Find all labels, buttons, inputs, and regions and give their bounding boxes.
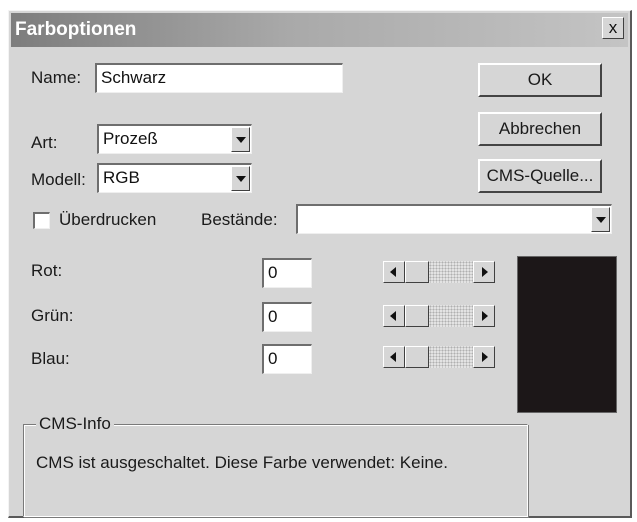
gruen-input-value: 0 — [268, 307, 278, 326]
color-preview-swatch — [517, 256, 617, 413]
dialog-title: Farboptionen — [15, 19, 137, 40]
ok-button[interactable]: OK — [478, 63, 602, 97]
modell-select-value: RGB — [103, 168, 140, 187]
name-label: Name: — [31, 68, 82, 87]
blau-scroll-track[interactable] — [405, 346, 473, 368]
blau-scroll-right-arrow-icon[interactable] — [473, 346, 495, 368]
gruen-input[interactable]: 0 — [262, 302, 312, 332]
modell-label: Modell: — [31, 170, 86, 189]
cms-source-button[interactable]: CMS-Quelle... — [478, 159, 602, 193]
bestande-label: Bestände: — [201, 210, 278, 229]
art-dropdown-arrow-icon[interactable] — [231, 127, 250, 152]
gruen-scroll-thumb[interactable] — [405, 305, 429, 327]
rot-scroll-right-arrow-icon[interactable] — [473, 261, 495, 283]
rot-scroll-track[interactable] — [405, 261, 473, 283]
rot-slider[interactable] — [383, 261, 495, 283]
modell-select[interactable]: RGB — [97, 163, 252, 193]
close-button[interactable]: x — [602, 17, 624, 39]
art-select-value: Prozeß — [103, 129, 158, 148]
channel-label-rot: Rot: — [31, 261, 63, 280]
gruen-slider[interactable] — [383, 305, 495, 327]
channel-label-gruen: Grün: — [31, 306, 74, 325]
cancel-button[interactable]: Abbrechen — [478, 112, 602, 146]
cms-info-text: CMS ist ausgeschaltet. Diese Farbe verwe… — [36, 453, 448, 472]
rot-scroll-left-arrow-icon[interactable] — [383, 261, 405, 283]
gruen-scroll-left-arrow-icon[interactable] — [383, 305, 405, 327]
channel-label-blau: Blau: — [31, 349, 70, 368]
name-input-value: Schwarz — [101, 68, 167, 87]
rot-input[interactable]: 0 — [262, 258, 312, 288]
color-options-dialog: Farboptionen x Name: Schwarz Art: Prozeß… — [8, 10, 632, 518]
bestande-dropdown-arrow-icon[interactable] — [591, 207, 610, 232]
cms-info-group: CMS-Info CMS ist ausgeschaltet. Diese Fa… — [23, 414, 528, 517]
overprint-checkbox[interactable] — [33, 212, 50, 229]
bestande-select[interactable] — [296, 204, 612, 234]
blau-slider[interactable] — [383, 346, 495, 368]
rot-input-value: 0 — [268, 263, 278, 282]
cms-info-legend: CMS-Info — [36, 414, 114, 434]
blau-input-value: 0 — [268, 349, 278, 368]
blau-input[interactable]: 0 — [262, 344, 312, 374]
modell-dropdown-arrow-icon[interactable] — [231, 166, 250, 191]
blau-scroll-left-arrow-icon[interactable] — [383, 346, 405, 368]
gruen-scroll-track[interactable] — [405, 305, 473, 327]
overprint-label: Überdrucken — [59, 210, 157, 229]
art-select[interactable]: Prozeß — [97, 124, 252, 154]
art-label: Art: — [31, 133, 58, 152]
name-input[interactable]: Schwarz — [95, 63, 343, 93]
title-bar[interactable]: Farboptionen x — [11, 13, 628, 47]
blau-scroll-thumb[interactable] — [405, 346, 429, 368]
rot-scroll-thumb[interactable] — [405, 261, 429, 283]
gruen-scroll-right-arrow-icon[interactable] — [473, 305, 495, 327]
